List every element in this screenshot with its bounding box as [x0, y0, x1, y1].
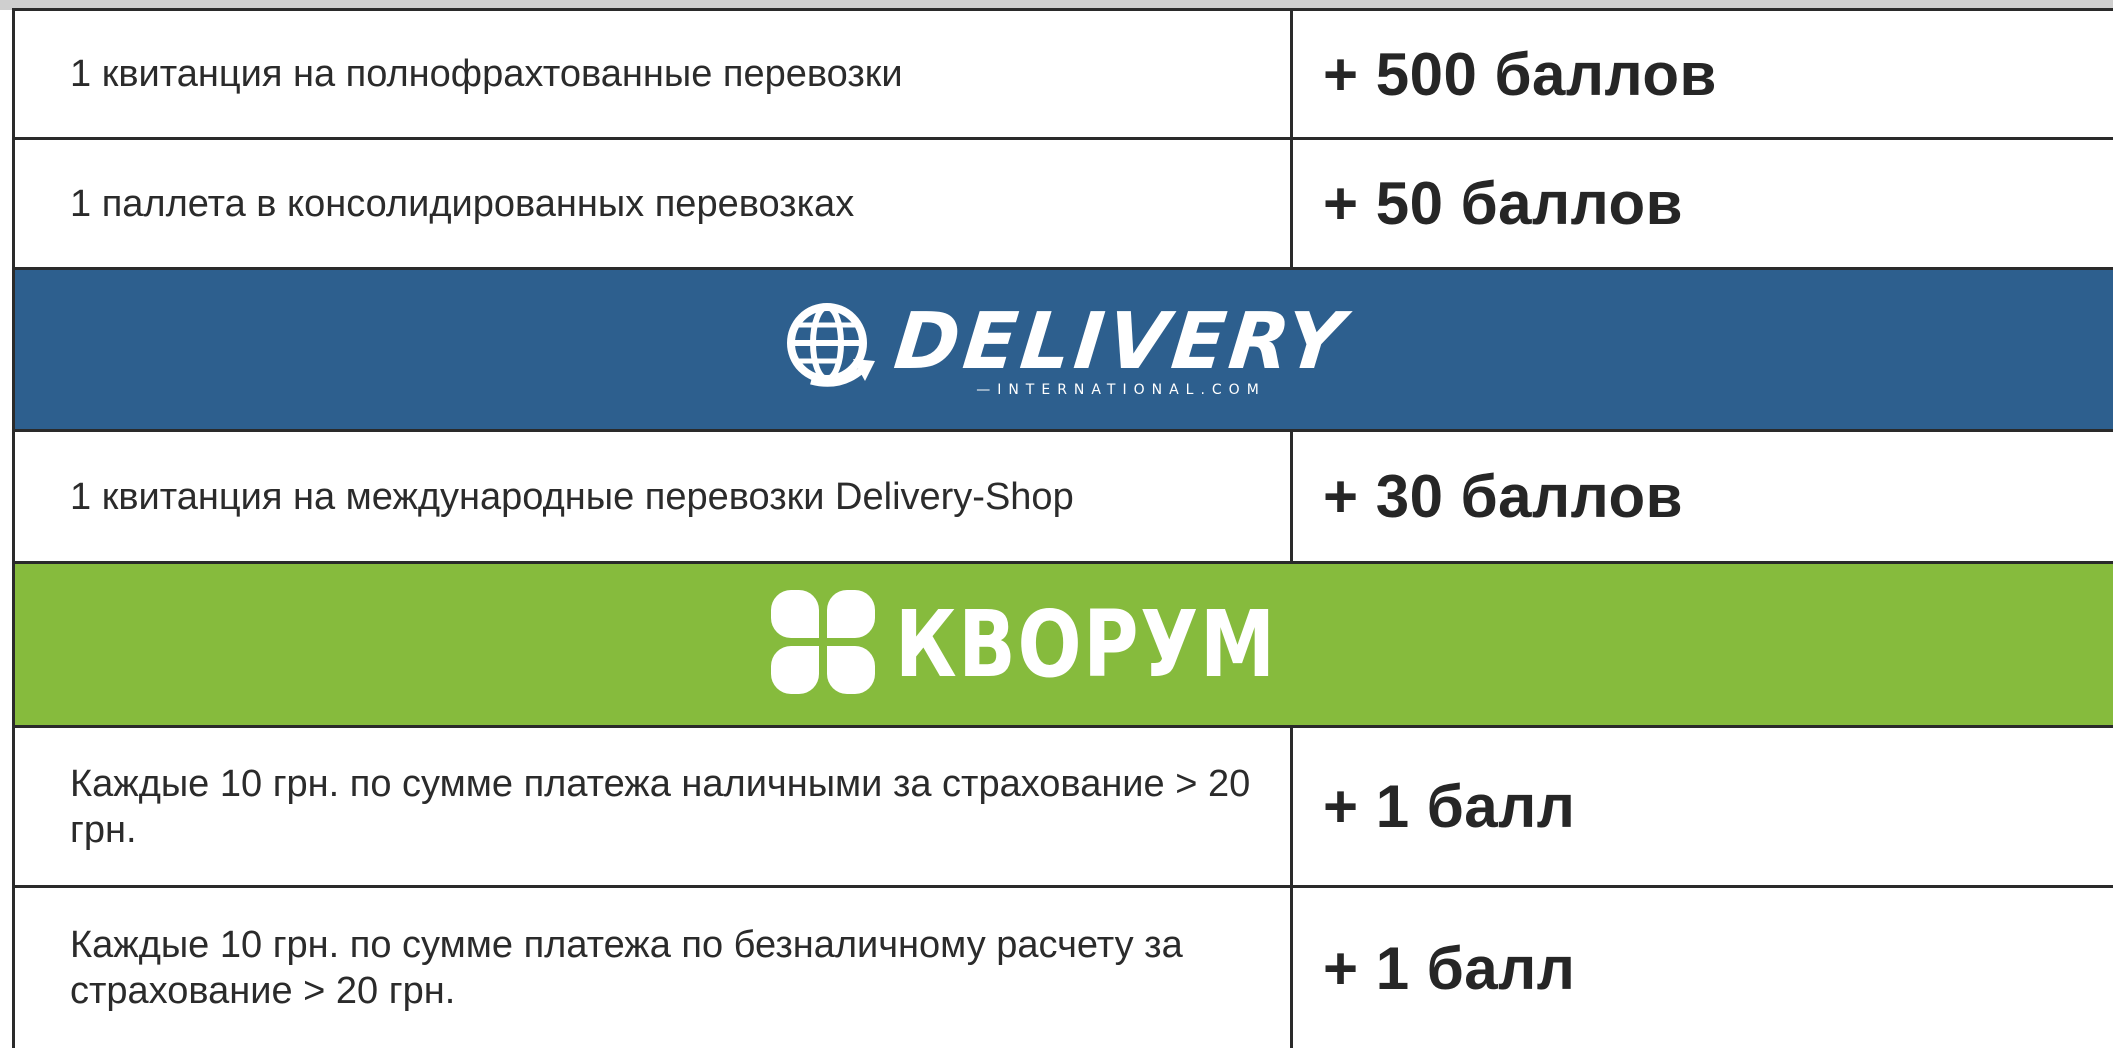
- row-points: + 1 балл: [1323, 934, 1576, 1002]
- table-row: 1 паллета в консолидированных перевозках…: [12, 140, 2113, 270]
- row-points: + 1 балл: [1323, 773, 1576, 840]
- delivery-logo: DELIVERY —INTERNATIONAL.COM: [781, 297, 1352, 402]
- table-row: Каждые 10 грн. по сумме платежа по безна…: [12, 888, 2113, 1048]
- kvorum-logo: КВОРУМ: [767, 586, 1360, 703]
- row-description: 1 квитанция на международные перевозки D…: [15, 432, 1293, 561]
- kvorum-banner: КВОРУМ: [12, 564, 2113, 728]
- row-points: + 50 баллов: [1323, 170, 1684, 237]
- row-points: + 500 баллов: [1323, 40, 1717, 108]
- row-points: + 30 баллов: [1323, 463, 1684, 530]
- row-description: Каждые 10 грн. по сумме платежа наличным…: [15, 728, 1293, 885]
- globe-arrow-icon: [781, 297, 881, 402]
- points-table-page: 1 квитанция на полнофрахтованные перевоз…: [0, 0, 2113, 1048]
- row-description: 1 паллета в консолидированных перевозках: [15, 140, 1293, 267]
- kvorum-logo-word: КВОРУМ: [895, 591, 1277, 698]
- points-table: 1 квитанция на полнофрахтованные перевоз…: [12, 8, 2113, 1048]
- clover-icon: [767, 586, 880, 703]
- delivery-logo-word: DELIVERY: [890, 296, 1352, 387]
- delivery-banner: DELIVERY —INTERNATIONAL.COM: [12, 270, 2113, 432]
- table-row: 1 квитанция на международные перевозки D…: [12, 432, 2113, 564]
- table-row: 1 квитанция на полнофрахтованные перевоз…: [12, 8, 2113, 140]
- row-description: 1 квитанция на полнофрахтованные перевоз…: [15, 11, 1293, 137]
- table-row: Каждые 10 грн. по сумме платежа наличным…: [12, 728, 2113, 888]
- row-description: Каждые 10 грн. по сумме платежа по безна…: [15, 888, 1293, 1048]
